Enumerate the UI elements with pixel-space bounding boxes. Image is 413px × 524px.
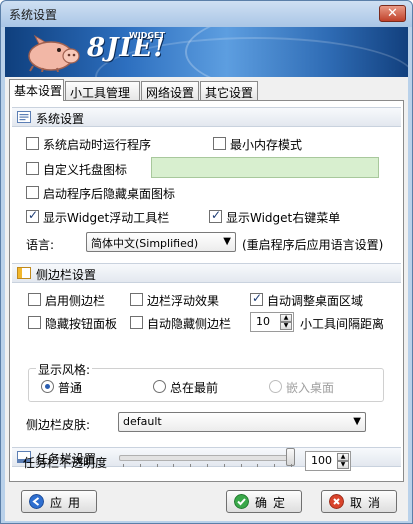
tab-panel-basic-settings: 系统设置 系统启动时运行程序 最小内存模式 自定义托盘图标 启动程序后隐藏桌面图… — [9, 100, 404, 482]
tab-network-settings[interactable]: 网络设置 — [141, 81, 199, 100]
back-arrow-icon — [29, 494, 44, 509]
checkbox-label: 启用侧边栏 — [45, 294, 106, 308]
ok-button[interactable]: 确定 — [226, 490, 302, 513]
slider-tick — [240, 464, 242, 467]
cancel-button[interactable]: 取消 — [321, 490, 397, 513]
widget-spacing-label: 小工具间隔距离 — [300, 317, 385, 331]
tray-icon-path-field[interactable] — [151, 157, 379, 178]
radio-dot — [269, 380, 282, 393]
widget-spacing-stepper[interactable]: 10 ▲ ▼ — [250, 312, 294, 332]
checkbox-label: 边栏浮动效果 — [147, 294, 220, 308]
slider-tick — [291, 464, 292, 467]
button-label: 取消 — [350, 496, 387, 510]
language-select-value: 简体中文(Simplified) — [91, 237, 199, 250]
checkbox-box[interactable] — [250, 291, 263, 306]
language-select[interactable]: 简体中文(Simplified) ▼ — [86, 232, 236, 252]
tab-other-settings[interactable]: 其它设置 — [200, 81, 258, 100]
checkbox-box[interactable] — [26, 162, 39, 175]
apply-button[interactable]: 应用 — [21, 490, 97, 513]
taskbar-opacity-stepper[interactable]: 100 ▲ ▼ — [305, 451, 351, 471]
cancel-icon — [329, 494, 344, 509]
taskbar-opacity-slider-track[interactable] — [119, 455, 295, 461]
checkbox-box[interactable] — [130, 316, 143, 329]
slider-tick — [274, 464, 276, 467]
chevron-down-icon: ▼ — [353, 416, 361, 427]
section-header-sidebar: 侧边栏设置 — [12, 263, 401, 283]
section-title: 系统设置 — [36, 112, 85, 126]
radio-label: 总在最前 — [170, 381, 219, 395]
chevron-down-icon: ▼ — [223, 236, 231, 247]
slider-tick — [123, 464, 124, 467]
language-label: 语言: — [26, 238, 55, 252]
section-title: 侧边栏设置 — [36, 268, 97, 282]
stepper-value: 100 — [311, 454, 332, 467]
checkbox-label: 启动程序后隐藏桌面图标 — [43, 187, 176, 201]
checkbox-box[interactable] — [130, 293, 143, 306]
list-icon — [17, 111, 31, 123]
checkbox-box[interactable] — [26, 208, 39, 223]
checkbox-box[interactable] — [26, 186, 39, 199]
slider-tick — [173, 464, 175, 467]
slider-tick — [223, 464, 225, 467]
checkbox-label: 自定义托盘图标 — [43, 163, 128, 177]
checkbox-label: 隐藏按钮面板 — [45, 317, 118, 331]
pig-mascot-icon — [28, 34, 80, 72]
banner: 8JIE! WIDGET — [5, 27, 408, 77]
slider-tick — [207, 464, 208, 467]
logo-superscript: WIDGET — [129, 31, 165, 40]
skin-select-value: default — [123, 415, 162, 428]
stepper-up-icon[interactable]: ▲ — [280, 314, 292, 322]
slider-tick — [190, 464, 192, 467]
stepper-down-icon[interactable]: ▼ — [337, 461, 349, 469]
radio-label: 普通 — [58, 381, 83, 395]
slider-tick — [257, 464, 259, 467]
radio-label: 嵌入桌面 — [286, 381, 335, 395]
checkbox-label: 显示Widget浮动工具栏 — [43, 211, 170, 225]
button-label: 确定 — [255, 496, 292, 510]
radio-dot[interactable] — [153, 380, 166, 393]
radio-dot[interactable] — [41, 380, 54, 393]
banner-swirl-decoration — [185, 27, 408, 77]
display-style-label: 显示风格: — [36, 361, 93, 378]
checkbox-label: 系统启动时运行程序 — [43, 138, 152, 152]
checkbox-box[interactable] — [28, 293, 41, 306]
close-button[interactable]: ✕ — [379, 5, 406, 22]
window-client-area: 8JIE! WIDGET 基本设置 小工具管理 网络设置 其它设置 系统设置 系… — [5, 27, 408, 521]
taskbar-opacity-label: 任务栏不透明度 — [23, 456, 108, 470]
sidebar-icon — [17, 267, 31, 279]
check-icon — [234, 494, 249, 509]
stepper-up-icon[interactable]: ▲ — [337, 453, 349, 461]
checkbox-label: 自动调整桌面区域 — [267, 294, 364, 308]
checkbox-label: 显示Widget右键菜单 — [226, 211, 341, 225]
title-bar[interactable]: 系统设置 ✕ — [1, 1, 412, 27]
window-title: 系统设置 — [9, 8, 58, 22]
settings-window: 系统设置 ✕ 8JIE! WIDGET 基本设置 小工具管理 网络设置 其它设置… — [0, 0, 413, 524]
section-header-system: 系统设置 — [12, 107, 401, 127]
slider-tick — [139, 464, 141, 467]
checkbox-box[interactable] — [26, 137, 39, 150]
stepper-down-icon[interactable]: ▼ — [280, 322, 292, 330]
language-note: (重启程序后应用语言设置) — [242, 238, 384, 252]
checkbox-label: 自动隐藏侧边栏 — [147, 317, 232, 331]
tab-widget-management[interactable]: 小工具管理 — [65, 81, 140, 100]
button-label: 应用 — [50, 496, 87, 510]
tab-basic-settings[interactable]: 基本设置 — [9, 79, 64, 101]
app-logo: 8JIE! WIDGET — [87, 31, 166, 63]
checkbox-box[interactable] — [209, 208, 222, 223]
slider-tick — [156, 464, 158, 467]
stepper-value: 10 — [256, 315, 270, 328]
checkbox-box[interactable] — [28, 316, 41, 329]
checkbox-box[interactable] — [213, 137, 226, 150]
sidebar-skin-label: 侧边栏皮肤: — [26, 418, 91, 432]
checkbox-label: 最小内存模式 — [230, 138, 303, 152]
sidebar-skin-select[interactable]: default ▼ — [118, 412, 366, 432]
